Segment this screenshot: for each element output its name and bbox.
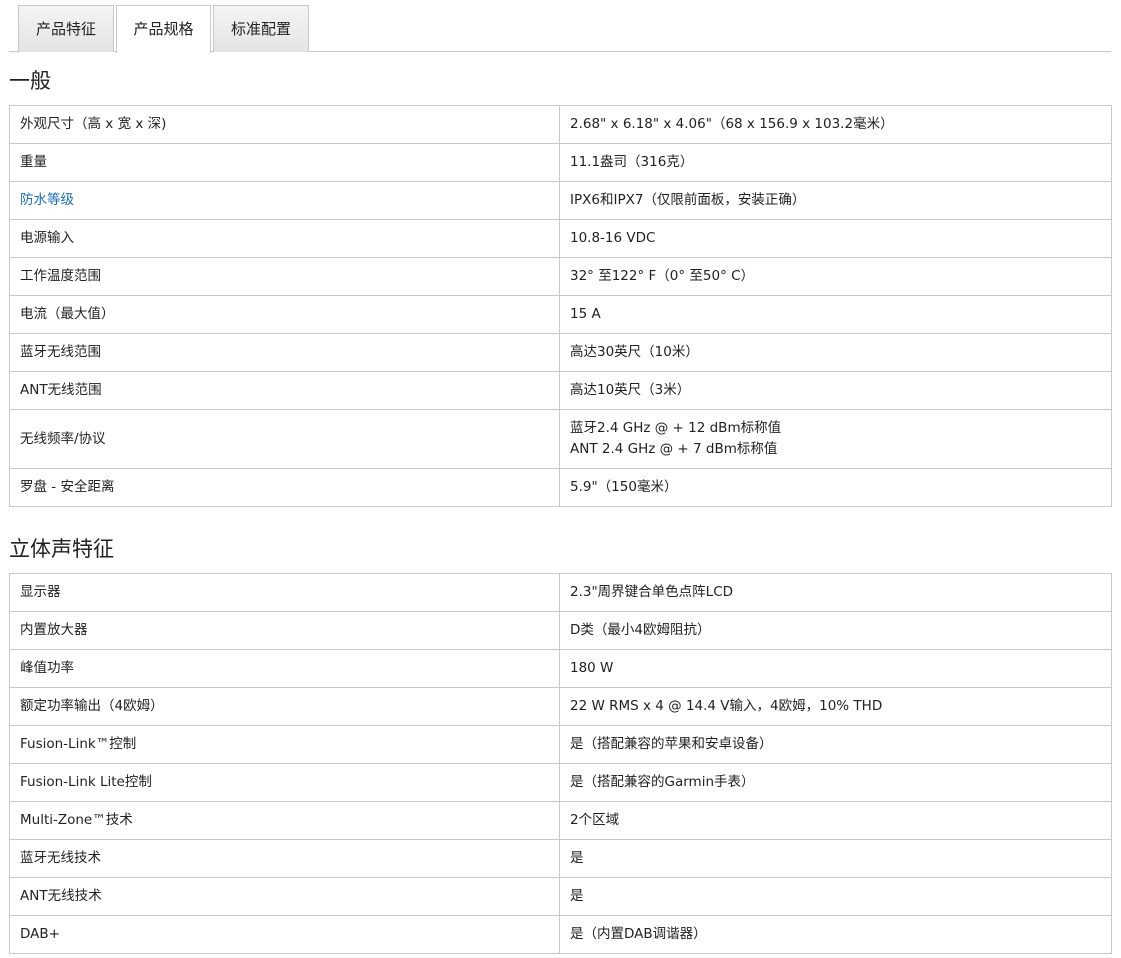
spec-label-cell: 防水等级 <box>9 181 560 220</box>
tab-product-features[interactable]: 产品特征 <box>18 5 114 52</box>
spec-value: 2.68" x 6.18" x 4.06"（68 x 156.9 x 103.2… <box>559 105 1112 144</box>
table-row: 电源输入 10.8-16 VDC <box>9 219 1112 258</box>
table-row: 蓝牙无线技术 是 <box>9 839 1112 878</box>
spec-label: 峰值功率 <box>9 649 560 688</box>
spec-label: 蓝牙无线范围 <box>9 333 560 372</box>
tab-standard-config[interactable]: 标准配置 <box>213 5 309 52</box>
spec-value: 是（搭配兼容的苹果和安卓设备） <box>559 725 1112 764</box>
spec-label: DAB+ <box>9 915 560 954</box>
spec-label: 电流（最大值） <box>9 295 560 334</box>
spec-label: 额定功率输出（4欧姆） <box>9 687 560 726</box>
spec-value: 10.8-16 VDC <box>559 219 1112 258</box>
spec-value-line: ANT 2.4 GHz @ + 7 dBm标称值 <box>570 441 778 457</box>
table-row: 额定功率输出（4欧姆） 22 W RMS x 4 @ 14.4 V输入，4欧姆，… <box>9 687 1112 726</box>
spec-value: 180 W <box>559 649 1112 688</box>
spec-value: 是（内置DAB调谐器） <box>559 915 1112 954</box>
table-row: ANT无线技术 是 <box>9 877 1112 916</box>
spec-value: 5.9"（150毫米） <box>559 468 1112 507</box>
table-row: 显示器 2.3"周界键合单色点阵LCD <box>9 573 1112 612</box>
table-row: DAB+ 是（内置DAB调谐器） <box>9 915 1112 954</box>
spec-label: 工作温度范围 <box>9 257 560 296</box>
table-row: 无线频率/协议 蓝牙2.4 GHz @ + 12 dBm标称值 ANT 2.4 … <box>9 409 1112 469</box>
table-row: Fusion-Link™控制 是（搭配兼容的苹果和安卓设备） <box>9 725 1112 764</box>
waterproof-rating-link[interactable]: 防水等级 <box>20 192 74 208</box>
spec-table-stereo: 显示器 2.3"周界键合单色点阵LCD 内置放大器 D类（最小4欧姆阻抗） 峰值… <box>9 573 1112 954</box>
spec-value: 2.3"周界键合单色点阵LCD <box>559 573 1112 612</box>
spec-label: Fusion-Link Lite控制 <box>9 763 560 802</box>
table-row: 重量 11.1盎司（316克） <box>9 143 1112 182</box>
table-row: 内置放大器 D类（最小4欧姆阻抗） <box>9 611 1112 650</box>
spec-value: 22 W RMS x 4 @ 14.4 V输入，4欧姆，10% THD <box>559 687 1112 726</box>
spec-label: 无线频率/协议 <box>9 409 560 469</box>
spec-value-line: 蓝牙2.4 GHz @ + 12 dBm标称值 <box>570 420 782 436</box>
spec-label: 蓝牙无线技术 <box>9 839 560 878</box>
spec-value: IPX6和IPX7（仅限前面板，安装正确） <box>559 181 1112 220</box>
spec-value: 高达10英尺（3米） <box>559 371 1112 410</box>
spec-value: 是 <box>559 839 1112 878</box>
spec-label: ANT无线范围 <box>9 371 560 410</box>
spec-label: 外观尺寸（高 x 宽 x 深) <box>9 105 560 144</box>
tab-bar: 产品特征 产品规格 标准配置 <box>9 0 1111 53</box>
table-row: ANT无线范围 高达10英尺（3米） <box>9 371 1112 410</box>
table-row: Fusion-Link Lite控制 是（搭配兼容的Garmin手表） <box>9 763 1112 802</box>
spec-value: 是（搭配兼容的Garmin手表） <box>559 763 1112 802</box>
spec-label: Fusion-Link™控制 <box>9 725 560 764</box>
spec-table-general: 外观尺寸（高 x 宽 x 深) 2.68" x 6.18" x 4.06"（68… <box>9 105 1112 507</box>
spec-page: 产品特征 产品规格 标准配置 一般 外观尺寸（高 x 宽 x 深) 2.68" … <box>0 0 1121 958</box>
spec-value-multiline: 蓝牙2.4 GHz @ + 12 dBm标称值 ANT 2.4 GHz @ + … <box>559 409 1112 469</box>
table-row: 外观尺寸（高 x 宽 x 深) 2.68" x 6.18" x 4.06"（68… <box>9 105 1112 144</box>
table-row: 罗盘 - 安全距离 5.9"（150毫米） <box>9 468 1112 507</box>
spec-label: Multi-Zone™技术 <box>9 801 560 840</box>
spec-label: 内置放大器 <box>9 611 560 650</box>
table-row: 蓝牙无线范围 高达30英尺（10米） <box>9 333 1112 372</box>
spec-value: 是 <box>559 877 1112 916</box>
spec-label: 电源输入 <box>9 219 560 258</box>
spec-value: D类（最小4欧姆阻抗） <box>559 611 1112 650</box>
table-row: 防水等级 IPX6和IPX7（仅限前面板，安装正确） <box>9 181 1112 220</box>
spec-value: 11.1盎司（316克） <box>559 143 1112 182</box>
spec-value: 32° 至122° F（0° 至50° C） <box>559 257 1112 296</box>
spec-label: 重量 <box>9 143 560 182</box>
table-row: 工作温度范围 32° 至122° F（0° 至50° C） <box>9 257 1112 296</box>
table-row: 电流（最大值） 15 A <box>9 295 1112 334</box>
section-title-stereo-features: 立体声特征 <box>9 537 114 561</box>
table-row: 峰值功率 180 W <box>9 649 1112 688</box>
spec-label: ANT无线技术 <box>9 877 560 916</box>
section-title-general: 一般 <box>9 69 51 93</box>
spec-value: 高达30英尺（10米） <box>559 333 1112 372</box>
spec-value: 15 A <box>559 295 1112 334</box>
spec-label: 显示器 <box>9 573 560 612</box>
spec-value: 2个区域 <box>559 801 1112 840</box>
spec-label: 罗盘 - 安全距离 <box>9 468 560 507</box>
table-row: Multi-Zone™技术 2个区域 <box>9 801 1112 840</box>
tab-product-specs[interactable]: 产品规格 <box>116 5 211 53</box>
